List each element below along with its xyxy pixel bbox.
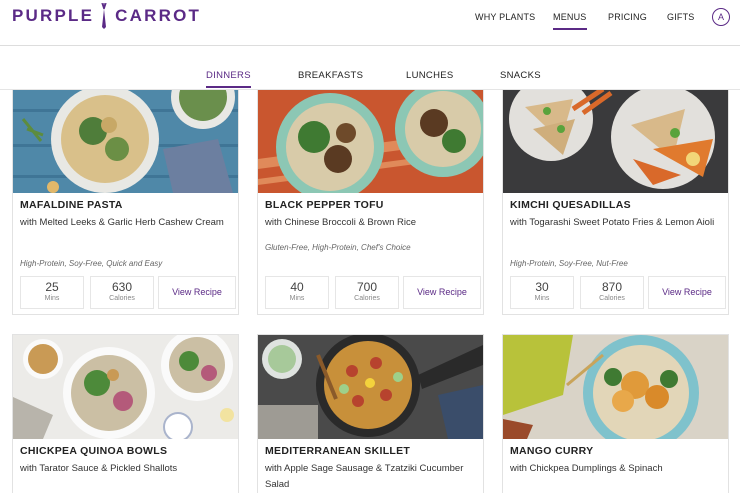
recipe-subtitle: with Apple Sage Sausage & Tzatziki Cucum… xyxy=(265,463,464,490)
account-avatar-button[interactable]: A xyxy=(712,8,730,26)
recipe-title: MEDITERRANEAN SKILLET xyxy=(265,445,411,457)
nav-menus[interactable]: MENUS xyxy=(553,12,587,30)
recipe-photo-mango-curry[interactable] xyxy=(503,335,728,439)
recipe-subtitle: with Togarashi Sweet Potato Fries & Lemo… xyxy=(510,217,715,228)
prep-time: 30 Mins xyxy=(510,276,574,309)
prep-time: 25 Mins xyxy=(20,276,84,309)
view-recipe-button[interactable]: View Recipe xyxy=(158,276,236,309)
recipe-title: MANGO CURRY xyxy=(510,445,594,457)
recipe-photo-kimchi-quesadillas[interactable] xyxy=(503,89,728,193)
site-header: PURPLE CARROT WHY PLANTS MENUS PRICING G… xyxy=(0,0,740,46)
prep-time: 40 Mins xyxy=(265,276,329,309)
recipe-card[interactable]: MEDITERRANEAN SKILLET with Apple Sage Sa… xyxy=(257,334,484,493)
recipe-subtitle: with Chinese Broccoli & Brown Rice xyxy=(265,217,417,228)
calorie-label: Calories xyxy=(354,295,380,302)
nav-why-plants[interactable]: WHY PLANTS xyxy=(475,12,535,30)
recipe-title: CHICKPEA QUINOA BOWLS xyxy=(20,445,168,457)
calorie-label: Calories xyxy=(599,295,625,302)
tab-lunches[interactable]: LUNCHES xyxy=(406,70,454,86)
recipe-tags: Gluten-Free, High-Protein, Chef's Choice xyxy=(265,243,411,252)
prep-time-label: Mins xyxy=(44,295,60,302)
calorie-label: Calories xyxy=(109,295,135,302)
recipe-title: BLACK PEPPER TOFU xyxy=(265,199,384,211)
nav-gifts[interactable]: GIFTS xyxy=(667,12,695,30)
recipe-photo-mediterranean-skillet[interactable] xyxy=(258,335,483,439)
logo-word-right: CARROT xyxy=(115,6,202,25)
prep-time-value: 25 xyxy=(45,280,59,294)
recipe-title: MAFALDINE PASTA xyxy=(20,199,123,211)
calorie-value: 630 xyxy=(111,280,133,294)
nav-pricing[interactable]: PRICING xyxy=(608,12,647,30)
recipe-card[interactable]: CHICKPEA QUINOA BOWLS with Tarator Sauce… xyxy=(12,334,239,493)
recipe-photo-mafaldine-pasta[interactable] xyxy=(13,89,238,193)
view-recipe-button[interactable]: View Recipe xyxy=(403,276,481,309)
prep-time-label: Mins xyxy=(289,295,305,302)
recipe-card[interactable]: MANGO CURRY with Chickpea Dumplings & Sp… xyxy=(502,334,729,493)
recipe-photo-black-pepper-tofu[interactable] xyxy=(258,89,483,193)
recipe-photo-chickpea-quinoa-bowls[interactable] xyxy=(13,335,238,439)
calorie-count: 630 Calories xyxy=(90,276,154,309)
prep-time-label: Mins xyxy=(534,295,550,302)
calorie-count: 700 Calories xyxy=(335,276,399,309)
calorie-value: 870 xyxy=(601,280,623,294)
recipe-subtitle: with Chickpea Dumplings & Spinach xyxy=(510,463,663,474)
tab-snacks[interactable]: SNACKS xyxy=(500,70,541,86)
recipe-tags: High-Protein, Soy-Free, Quick and Easy xyxy=(20,259,163,268)
prep-time-value: 40 xyxy=(290,280,304,294)
purple-carrot-logo[interactable]: PURPLE CARROT xyxy=(12,3,201,29)
recipe-tags: High-Protein, Soy-Free, Nut-Free xyxy=(510,259,628,268)
recipe-card[interactable]: BLACK PEPPER TOFU with Chinese Broccoli … xyxy=(257,88,484,315)
recipe-card[interactable]: KIMCHI QUESADILLAS with Togarashi Sweet … xyxy=(502,88,729,315)
calorie-count: 870 Calories xyxy=(580,276,644,309)
recipe-title: KIMCHI QUESADILLAS xyxy=(510,199,631,211)
prep-time-value: 30 xyxy=(535,280,549,294)
view-recipe-button[interactable]: View Recipe xyxy=(648,276,726,309)
tab-dinners[interactable]: DINNERS xyxy=(206,70,251,88)
recipe-subtitle: with Tarator Sauce & Pickled Shallots xyxy=(20,463,178,474)
calorie-value: 700 xyxy=(356,280,378,294)
recipe-subtitle: with Melted Leeks & Garlic Herb Cashew C… xyxy=(20,217,224,228)
carrot-icon xyxy=(99,3,109,29)
menu-category-tabs: DINNERS BREAKFASTS LUNCHES SNACKS xyxy=(0,46,740,90)
logo-word-left: PURPLE xyxy=(12,6,95,25)
recipe-card[interactable]: MAFALDINE PASTA with Melted Leeks & Garl… xyxy=(12,88,239,315)
tab-breakfasts[interactable]: BREAKFASTS xyxy=(298,70,363,86)
